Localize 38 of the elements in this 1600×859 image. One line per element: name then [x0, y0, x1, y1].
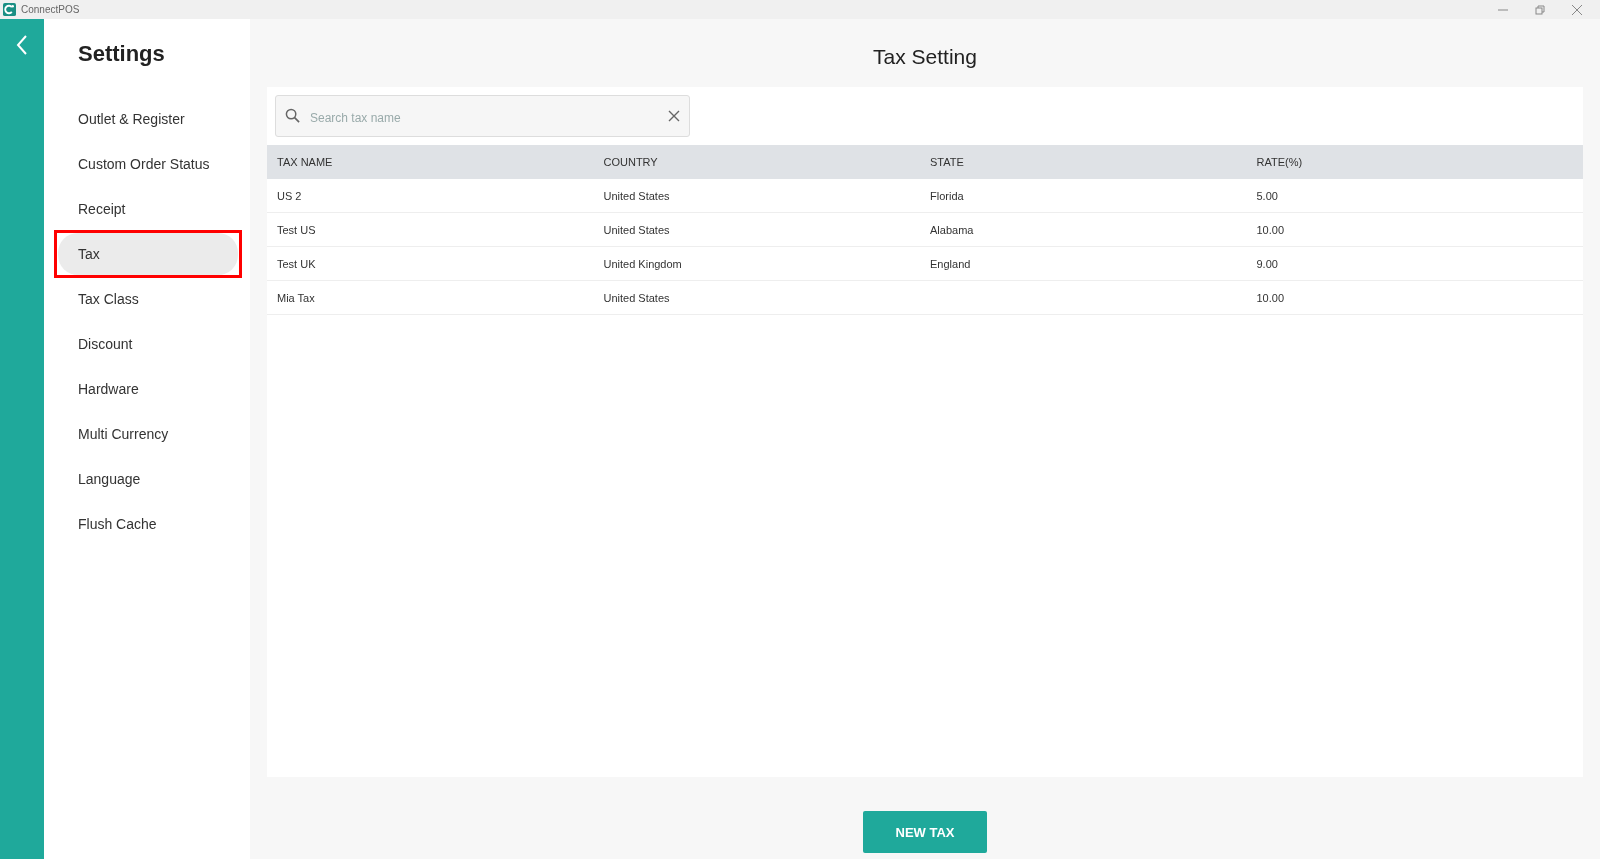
table-cell-text: 5.00	[1256, 189, 1279, 202]
table-cell-text: United States	[603, 291, 671, 304]
clear-icon[interactable]	[668, 110, 680, 122]
close-icon[interactable]	[1572, 4, 1582, 15]
table-cell-text: 9.00	[1256, 257, 1279, 270]
search-field[interactable]: Search tax name	[275, 95, 690, 137]
column-header: STATE	[930, 156, 965, 168]
sidebar-item[interactable]: Receipt	[58, 188, 238, 230]
sidebar-item[interactable]: Flush Cache	[58, 503, 238, 545]
table-cell-text: Florida	[930, 189, 965, 202]
table-cell-text: England	[930, 257, 972, 270]
table-cell-text: Test US	[277, 223, 317, 236]
restore-icon[interactable]	[1535, 4, 1545, 15]
table-cell-text: Alabama	[930, 223, 975, 236]
page-title: Tax Setting	[872, 44, 978, 70]
table-cell-text: US 2	[277, 189, 303, 202]
sidebar-title: Settings	[78, 40, 166, 68]
sidebar-item[interactable]: Tax Class	[58, 278, 238, 320]
table-cell-text: United Kingdom	[603, 257, 683, 270]
table-cell-text: Mia Tax	[277, 291, 316, 304]
table-cell-text: United States	[603, 223, 671, 236]
column-header: RATE(%)	[1256, 156, 1304, 168]
table-cell-text: Test UK	[277, 257, 317, 270]
sidebar-item[interactable]: Discount	[58, 323, 238, 365]
table-cell-text: United States	[603, 189, 671, 202]
sidebar-item[interactable]: Multi Currency	[58, 413, 238, 455]
table-cell-text: 10.00	[1256, 291, 1286, 304]
back-icon[interactable]	[16, 35, 28, 55]
app-logo-icon	[3, 3, 16, 16]
sidebar-item[interactable]: Outlet & Register	[58, 98, 238, 140]
sidebar-item[interactable]: Tax	[58, 233, 238, 275]
column-header: TAX NAME	[277, 156, 334, 168]
window-title: ConnectPOS	[21, 4, 80, 15]
sidebar-item[interactable]: Language	[58, 458, 238, 500]
column-header: COUNTRY	[603, 156, 659, 168]
sidebar-item[interactable]: Hardware	[58, 368, 238, 410]
table-cell-text: 10.00	[1256, 223, 1286, 236]
sidebar-item[interactable]: Custom Order Status	[58, 143, 238, 185]
